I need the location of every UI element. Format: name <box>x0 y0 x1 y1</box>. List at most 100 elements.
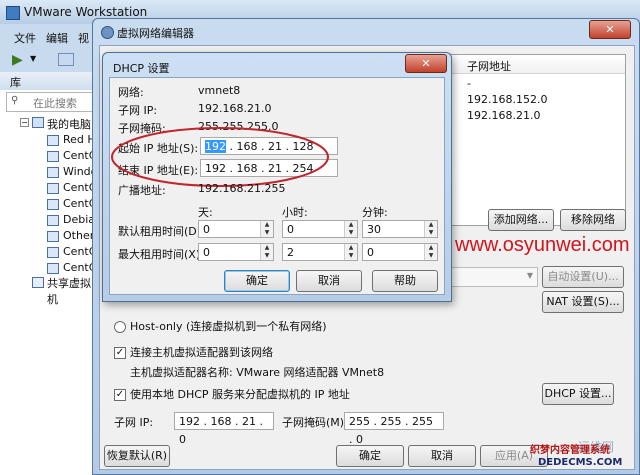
vne-close-button[interactable]: ✕ <box>589 20 631 39</box>
network-editor-icon <box>101 26 114 39</box>
vm-icon <box>47 262 59 274</box>
broadcast-value: 192.168.21.255 <box>198 182 286 195</box>
broadcast-label: 广播地址: <box>118 184 166 197</box>
watermark-url: www.osyunwei.com <box>455 234 630 256</box>
max-lease-hours[interactable]: 2 ▲ ▼ <box>282 243 358 261</box>
use-dhcp-checkbox[interactable]: ✓ <box>114 389 126 401</box>
hours-header: 小时: <box>282 206 308 219</box>
dhcp-subnet-ip-label: 子网 IP: <box>118 104 158 117</box>
vm-tree-item[interactable]: Debia <box>47 212 95 228</box>
vm-icon <box>47 166 59 178</box>
vm-icon <box>47 134 59 146</box>
auto-settings-button[interactable]: 自动设置(U)... <box>542 266 624 288</box>
remove-network-button[interactable]: 移除网络 <box>560 209 626 231</box>
spinner-arrows-icon[interactable]: ▲ ▼ <box>260 244 273 260</box>
subnet-mask-label: 子网掩码(M): <box>282 416 348 429</box>
add-network-button[interactable]: 添加网络... <box>488 209 554 231</box>
spinner-arrows-icon[interactable]: ▲ ▼ <box>260 221 273 237</box>
vm-tree-item[interactable]: CentC <box>47 180 96 196</box>
library-header: 库 <box>0 72 96 90</box>
spinner-arrows-icon[interactable]: ▲ ▼ <box>344 221 357 237</box>
subnet-mask-field[interactable]: 255 . 255 . 255 . 0 <box>344 412 444 446</box>
max-lease-label: 最大租用时间(X): <box>118 248 204 261</box>
library-label: 库 <box>10 76 21 89</box>
default-lease-days[interactable]: 0 ▲ ▼ <box>198 220 274 238</box>
table-cell: 192.168.21.0 <box>467 109 541 122</box>
default-lease-minutes[interactable]: 30 ▲ ▼ <box>362 220 438 238</box>
watermark-logo: 运维网 织梦内容管理系统 DEDECMS.COM <box>528 438 638 474</box>
vmware-logo-icon <box>6 6 20 20</box>
watermark-site-text: 织梦内容管理系统 <box>530 445 610 456</box>
menu-bar: 文件 编辑 视 <box>0 28 95 46</box>
menu-view[interactable]: 视 <box>78 30 89 46</box>
spinner-arrows-icon[interactable]: ▲ ▼ <box>344 244 357 260</box>
table-cell: 192.168.152.0 <box>467 93 548 106</box>
dhcp-ok-button[interactable]: 确定 <box>224 270 290 292</box>
search-placeholder: 在此搜索 <box>33 97 77 110</box>
dhcp-body: 网络: vmnet8 子网 IP: 192.168.21.0 子网掩码: 255… <box>109 77 445 295</box>
connect-adapter-checkbox[interactable]: ✓ <box>114 347 126 359</box>
chevron-down-icon: ▼ <box>526 271 533 280</box>
max-lease-days[interactable]: 0 ▲ ▼ <box>198 243 274 261</box>
dhcp-cancel-button[interactable]: 取消 <box>296 270 362 292</box>
bridge-dropdown[interactable]: ▼ <box>444 267 538 287</box>
dhcp-settings-button[interactable]: DHCP 设置... <box>542 383 614 405</box>
library-panel: 库 ⚲ 在此搜索 − 我的电脑 Red H CentC Windo CentC … <box>0 72 97 475</box>
vne-title: 虚拟网络编辑器 <box>117 27 194 40</box>
vm-tree-item[interactable]: CentC <box>47 196 96 212</box>
shared-vms-label[interactable]: 共享虚拟机 <box>47 275 96 307</box>
days-header: 天: <box>198 206 213 219</box>
hostonly-radio[interactable] <box>114 321 126 333</box>
hostonly-label: Host-only (连接虚拟机到一个私有网络) <box>130 320 327 333</box>
network-label: 网络: <box>118 86 144 99</box>
toolbar-icon[interactable] <box>58 53 74 66</box>
connect-adapter-row[interactable]: ✓ 连接主机虚拟适配器到该网络 <box>114 344 273 360</box>
vne-titlebar: 虚拟网络编辑器 <box>93 19 639 45</box>
highlight-ellipse <box>111 127 329 187</box>
default-lease-label: 默认租用时间(D): <box>118 225 205 238</box>
vm-icon <box>47 198 59 210</box>
tree-root-label[interactable]: 我的电脑 <box>47 116 91 132</box>
use-dhcp-label: 使用本地 DHCP 服务来分配虚拟机的 IP 地址 <box>130 388 350 401</box>
tree-expand-icon[interactable]: − <box>20 118 29 127</box>
dhcp-dialog: DHCP 设置 ✕ 网络: vmnet8 子网 IP: 192.168.21.0… <box>102 52 452 302</box>
dhcp-title: DHCP 设置 <box>113 62 170 75</box>
max-lease-minutes[interactable]: 0 ▲ ▼ <box>362 243 438 261</box>
table-cell: - <box>467 77 471 90</box>
subnet-ip-field[interactable]: 192 . 168 . 21 . 0 <box>174 412 274 446</box>
vm-tree-item[interactable]: Other <box>47 228 94 244</box>
vne-ok-button[interactable]: 确定 <box>336 445 404 467</box>
adapter-name-label: 主机虚拟适配器名称: VMware 网络适配器 VMnet8 <box>130 366 385 379</box>
vne-cancel-button[interactable]: 取消 <box>408 445 476 467</box>
use-dhcp-row[interactable]: ✓ 使用本地 DHCP 服务来分配虚拟机的 IP 地址 <box>114 386 350 402</box>
dhcp-close-button[interactable]: ✕ <box>405 54 447 73</box>
vm-tree-item[interactable]: Windo <box>47 164 97 180</box>
vm-tree-item[interactable]: Red H <box>47 132 96 148</box>
default-lease-hours[interactable]: 0 ▲ ▼ <box>282 220 358 238</box>
search-icon: ⚲ <box>11 95 19 106</box>
spinner-arrows-icon[interactable]: ▲ ▼ <box>424 244 437 260</box>
vm-icon <box>47 246 59 258</box>
spinner-arrows-icon[interactable]: ▲ ▼ <box>424 221 437 237</box>
dhcp-help-button[interactable]: 帮助 <box>372 270 438 292</box>
vm-icon <box>47 182 59 194</box>
vm-icon <box>47 230 59 242</box>
network-value: vmnet8 <box>198 84 241 97</box>
hostonly-radio-row[interactable]: Host-only (连接虚拟机到一个私有网络) <box>114 318 327 334</box>
library-search[interactable]: ⚲ 在此搜索 <box>6 92 96 112</box>
vm-tree-item[interactable]: CentC <box>47 244 96 260</box>
subnet-ip-label: 子网 IP: <box>114 416 154 429</box>
watermark-site-url: DEDECMS.COM <box>538 457 623 468</box>
menu-file[interactable]: 文件 <box>14 30 36 46</box>
toolbar: ▶ ▼ <box>0 48 95 70</box>
play-icon[interactable]: ▶ <box>12 52 23 68</box>
menu-edit[interactable]: 编辑 <box>46 30 68 46</box>
vm-tree-item[interactable]: CentC <box>47 260 96 276</box>
vm-tree-item[interactable]: CentC <box>47 148 96 164</box>
dropdown-arrow-icon[interactable]: ▼ <box>30 54 36 63</box>
nat-settings-button[interactable]: NAT 设置(S)... <box>542 291 624 313</box>
column-header-subnet[interactable]: 子网地址 <box>467 58 511 74</box>
shared-vm-icon <box>32 277 44 288</box>
restore-default-button[interactable]: 恢复默认(R) <box>104 445 170 467</box>
vm-icon <box>47 214 59 226</box>
